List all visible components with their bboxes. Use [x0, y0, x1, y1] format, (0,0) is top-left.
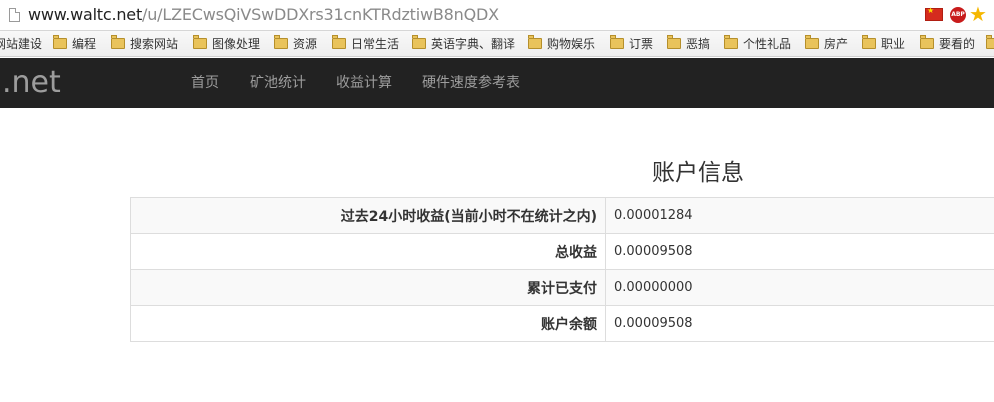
account-info-table: 过去24小时收益(当前小时不在统计之内) 0.00001284 总收益 0.00…: [130, 197, 994, 342]
bookmark-folder[interactable]: 房产: [805, 35, 848, 53]
row-label: 账户余额: [130, 305, 606, 342]
folder-icon: [274, 35, 288, 49]
bookmark-label: 编程: [72, 37, 97, 51]
table-row: 总收益 0.00009508: [130, 233, 994, 270]
bookmark-folder[interactable]: 图像处理: [193, 35, 260, 53]
nav-pool-stats[interactable]: 矿池统计: [250, 73, 306, 93]
bookmark-star-icon[interactable]: ★: [969, 3, 987, 25]
table-row: 过去24小时收益(当前小时不在统计之内) 0.00001284: [130, 197, 994, 234]
folder-icon: [412, 35, 426, 49]
url-host: www.waltc.net: [28, 5, 143, 24]
bookmark-folder[interactable]: 购物娱乐: [528, 35, 595, 53]
bookmark-label: 订票: [629, 37, 654, 51]
nav-hardware-speed[interactable]: 硬件速度参考表: [422, 73, 520, 93]
folder-icon: [193, 35, 207, 49]
table-row: 累计已支付 0.00000000: [130, 269, 994, 306]
bookmark-label: 房产: [824, 37, 849, 51]
account-info-title: 账户信息: [652, 160, 744, 186]
address-bar[interactable]: www.waltc.net/u/LZECwsQiVSwDDXrs31cnKTRd…: [0, 0, 994, 31]
folder-icon: [724, 35, 738, 49]
folder-icon: [805, 35, 819, 49]
bookmark-folder[interactable]: 恶搞: [667, 35, 710, 53]
bookmark-folder[interactable]: 搜索网站: [111, 35, 178, 53]
bookmark-label: 个性礼品: [743, 37, 792, 51]
bookmark-folder[interactable]: 日常生活: [332, 35, 399, 53]
bookmark-label: 恶搞: [686, 37, 711, 51]
bookmark-label: 要看的: [939, 37, 976, 51]
folder-icon: [610, 35, 624, 49]
china-flag-icon[interactable]: [925, 6, 943, 21]
url-text[interactable]: www.waltc.net/u/LZECwsQiVSwDDXrs31cnKTRd…: [28, 5, 499, 25]
folder-icon: [111, 35, 125, 49]
row-value: 0.00009508: [605, 233, 994, 270]
bookmark-folder[interactable]: 个性礼品: [724, 35, 791, 53]
bookmark-label: 搜索网站: [130, 37, 179, 51]
bookmark-label: 图像处理: [212, 37, 261, 51]
row-label: 总收益: [130, 233, 606, 270]
folder-icon: [53, 35, 67, 49]
bookmark-folder[interactable]: 订票: [610, 35, 653, 53]
bookmark-folder[interactable]: 职业: [862, 35, 905, 53]
page-icon: [9, 8, 20, 22]
nav-profit-calc[interactable]: 收益计算: [336, 73, 392, 93]
bookmark-label: 日常生活: [351, 37, 400, 51]
folder-icon: [332, 35, 346, 49]
table-row: 账户余额 0.00009508: [130, 305, 994, 342]
row-label: 累计已支付: [130, 269, 606, 306]
adblock-plus-icon[interactable]: ABP: [950, 7, 966, 23]
bookmark-folder[interactable]: 要看的: [920, 35, 975, 53]
folder-icon: [862, 35, 876, 49]
folder-icon: [986, 35, 994, 49]
row-label: 过去24小时收益(当前小时不在统计之内): [130, 197, 606, 234]
url-path: /u/LZECwsQiVSwDDXrs31cnKTRdztiwB8nQDX: [142, 5, 499, 24]
bookmark-label: 资源: [293, 37, 318, 51]
nav-home[interactable]: 首页: [191, 73, 219, 93]
site-brand[interactable]: .net: [2, 66, 61, 100]
folder-icon: [920, 35, 934, 49]
bookmark-label: 职业: [881, 37, 906, 51]
bookmark-label: 购物娱乐: [547, 37, 596, 51]
row-value: 0.00001284: [605, 197, 994, 234]
row-value: 0.00000000: [605, 269, 994, 306]
site-navbar: .net 首页 矿池统计 收益计算 硬件速度参考表: [0, 58, 994, 108]
folder-icon: [667, 35, 681, 49]
bookmark-label: 英语字典、翻译: [431, 37, 516, 51]
bookmarks-bar: 网站建设 编程 搜索网站 图像处理 资源 日常生活 英语字典、翻译 购物娱乐 订…: [0, 31, 994, 57]
bookmark-folder[interactable]: 英语字典、翻译: [412, 35, 515, 53]
bookmark-folder[interactable]: 编程: [53, 35, 96, 53]
bookmark-folder[interactable]: 资源: [274, 35, 317, 53]
bookmark-label: 网站建设: [0, 37, 43, 51]
bookmark-item[interactable]: 网站建设: [0, 35, 42, 53]
folder-icon: [528, 35, 542, 49]
row-value: 0.00009508: [605, 305, 994, 342]
bookmark-folder[interactable]: [986, 35, 994, 53]
